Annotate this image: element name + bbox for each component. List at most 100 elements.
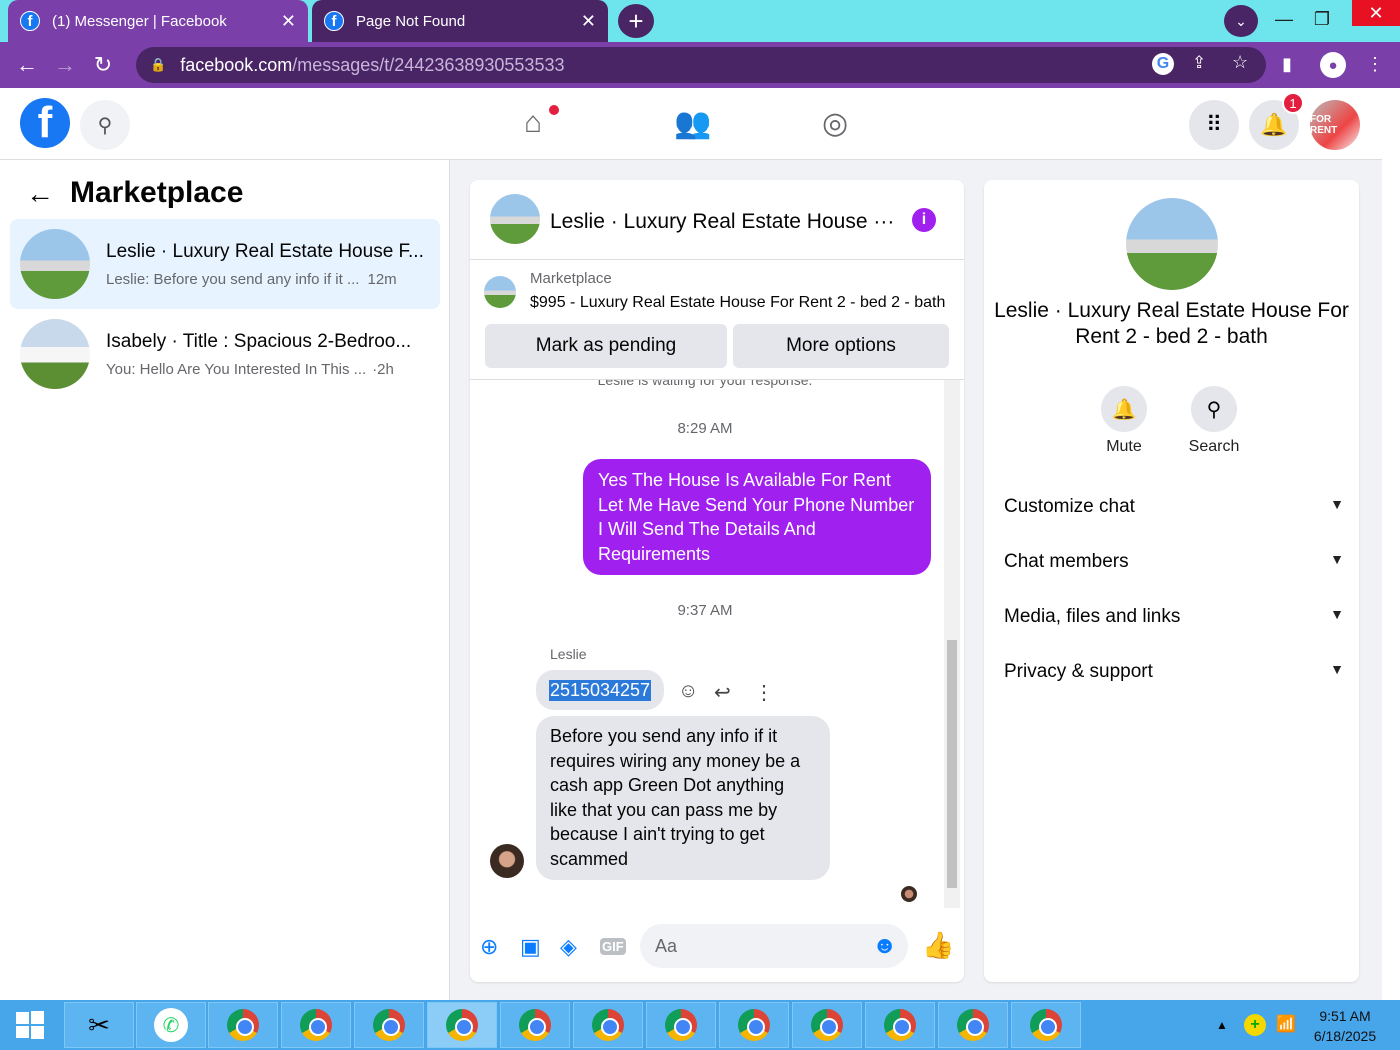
clock-date: 6/18/2025 (1313, 1028, 1377, 1044)
phone-number-message[interactable]: 2515034257 (536, 670, 664, 710)
gif-icon[interactable]: GIF (600, 938, 626, 955)
listing-thumbnail (20, 319, 90, 389)
forward-icon[interactable]: → (46, 52, 84, 78)
tab-page-not-found[interactable]: f Page Not Found ✕ (312, 0, 608, 42)
whatsapp-icon[interactable]: ✆ (136, 1002, 206, 1048)
restore-icon[interactable]: ❐ (1302, 4, 1342, 34)
facebook-logo-icon[interactable]: f (20, 98, 70, 148)
groups-icon[interactable]: ◎ (822, 106, 848, 141)
chrome-icon[interactable] (719, 1002, 789, 1048)
more-options-button[interactable]: More options (733, 324, 949, 368)
info-icon[interactable]: i (912, 208, 936, 232)
close-tab-icon[interactable]: ✕ (581, 11, 596, 32)
facebook-favicon-icon: f (324, 11, 344, 31)
search-label: Search (1188, 438, 1240, 455)
chat-scrollbar[interactable] (944, 380, 960, 908)
chat-members-section[interactable]: Chat members ▼ (1004, 551, 1344, 573)
listing-title[interactable]: $995 - Luxury Real Estate House For Rent… (530, 294, 945, 312)
section-label: Media, files and links (1004, 606, 1181, 627)
lock-icon: 🔒 (150, 57, 167, 72)
address-bar[interactable]: 🔒 facebook.com/messages/t/24423638930553… (136, 47, 1266, 83)
sticker-icon[interactable]: ◈ (560, 934, 577, 960)
back-icon[interactable]: ← (8, 52, 46, 78)
chat-header: Leslie · Luxury Real Estate House ··· i (470, 180, 964, 260)
listing-card: Marketplace $995 - Luxury Real Estate Ho… (470, 260, 964, 380)
profile-icon[interactable]: ● (1320, 52, 1346, 78)
mute-bell-icon[interactable]: 🔔 (1101, 386, 1147, 432)
side-panel-icon[interactable]: ▮ (1282, 54, 1292, 75)
message-input[interactable]: Aa (640, 924, 908, 968)
windows-taskbar: ✂ ✆ ▲ + 📶 9:51 AM 6/18/2025 (0, 1000, 1400, 1050)
tray-app-icon[interactable]: + (1244, 1014, 1266, 1036)
more-kebab-icon[interactable]: ⋮ (754, 680, 774, 705)
chrome-icon[interactable] (646, 1002, 716, 1048)
windows-start-icon[interactable] (0, 1000, 60, 1050)
tray-chevron-up-icon[interactable]: ▲ (1216, 1018, 1228, 1032)
search-icon[interactable]: ⚲ (1191, 386, 1237, 432)
close-tab-icon[interactable]: ✕ (281, 11, 296, 32)
reply-icon[interactable]: ↩ (714, 680, 731, 705)
tab-search-chevron-icon[interactable]: ⌄ (1224, 5, 1258, 37)
react-emoji-icon[interactable]: ☺ (678, 680, 698, 703)
listing-thumbnail[interactable] (484, 276, 516, 308)
snipping-tool-icon[interactable]: ✂ (64, 1002, 134, 1048)
incoming-message[interactable]: Before you send any info if it requires … (536, 716, 830, 880)
chrome-icon[interactable] (281, 1002, 351, 1048)
plus-icon[interactable]: ⊕ (480, 934, 498, 960)
conversation-time: ·2h (372, 360, 394, 378)
facebook-favicon-icon: f (20, 11, 40, 31)
tab-title: (1) Messenger | Facebook (52, 12, 227, 30)
friends-icon[interactable]: 👥 (674, 106, 711, 141)
mark-as-pending-button[interactable]: Mark as pending (485, 324, 727, 368)
tab-messenger[interactable]: f (1) Messenger | Facebook ✕ (8, 0, 308, 42)
like-thumb-icon[interactable]: 👍 (922, 930, 954, 961)
chat-panel: Leslie · Luxury Real Estate House ··· i … (470, 180, 964, 982)
google-icon[interactable]: G (1152, 53, 1174, 75)
minimize-icon[interactable]: — (1264, 4, 1304, 34)
chrome-icon[interactable] (938, 1002, 1008, 1048)
chat-avatar[interactable] (490, 194, 540, 244)
media-files-links-section[interactable]: Media, files and links ▼ (1004, 606, 1344, 628)
sender-avatar[interactable] (490, 844, 524, 878)
outgoing-message[interactable]: Yes The House Is Available For Rent Let … (583, 459, 931, 575)
waiting-notice: Leslie is waiting for your response. (597, 380, 813, 388)
network-signal-icon[interactable]: 📶 (1276, 1014, 1296, 1034)
emoji-icon[interactable]: ☻ (872, 932, 897, 960)
menu-grid-icon[interactable]: ⠿ (1189, 100, 1239, 150)
timestamp: 9:37 AM (677, 602, 733, 619)
chat-info-avatar (1126, 198, 1218, 290)
section-label: Customize chat (1004, 496, 1135, 517)
url-host: facebook.com (180, 54, 293, 75)
listing-thumbnail (20, 229, 90, 299)
chrome-icon[interactable] (573, 1002, 643, 1048)
chrome-icon[interactable] (354, 1002, 424, 1048)
bookmark-star-icon[interactable]: ☆ (1232, 52, 1248, 73)
conversation-item[interactable]: Isabely · Title : Spacious 2-Bedroo... Y… (10, 309, 440, 399)
share-icon[interactable]: ⇪ (1192, 53, 1206, 73)
menu-kebab-icon[interactable]: ⋮ (1366, 54, 1384, 75)
window-close-icon[interactable]: ✕ (1352, 0, 1400, 26)
photo-icon[interactable]: ▣ (520, 934, 541, 960)
page-scrollbar[interactable] (1382, 88, 1400, 1000)
conversation-item[interactable]: Leslie · Luxury Real Estate House F... L… (10, 219, 440, 309)
chrome-icon[interactable] (792, 1002, 862, 1048)
chat-title[interactable]: Leslie · Luxury Real Estate House ··· (550, 210, 894, 234)
back-arrow-icon[interactable]: ← (26, 178, 54, 210)
chrome-icon[interactable] (500, 1002, 570, 1048)
new-tab-button[interactable]: + (618, 4, 654, 38)
conversation-name: Isabely · Title : Spacious 2-Bedroo... (106, 330, 412, 352)
conversation-list-panel: ← Marketplace Leslie · Luxury Real Estat… (0, 160, 450, 1000)
customize-chat-section[interactable]: Customize chat ▼ (1004, 496, 1344, 518)
search-icon[interactable]: ⚲ (80, 100, 130, 150)
account-avatar[interactable]: FOR RENT (1310, 100, 1360, 150)
chrome-icon[interactable] (208, 1002, 278, 1048)
home-icon[interactable]: ⌂ (524, 106, 542, 140)
chrome-icon[interactable] (865, 1002, 935, 1048)
scrollbar-thumb[interactable] (947, 640, 957, 888)
taskbar-clock[interactable]: 9:51 AM 6/18/2025 (1300, 1006, 1390, 1046)
privacy-support-section[interactable]: Privacy & support ▼ (1004, 661, 1344, 683)
chrome-icon[interactable] (1011, 1002, 1081, 1048)
reload-icon[interactable]: ↻ (84, 52, 122, 78)
chrome-icon[interactable] (427, 1002, 497, 1048)
clock-time: 9:51 AM (1319, 1008, 1371, 1024)
